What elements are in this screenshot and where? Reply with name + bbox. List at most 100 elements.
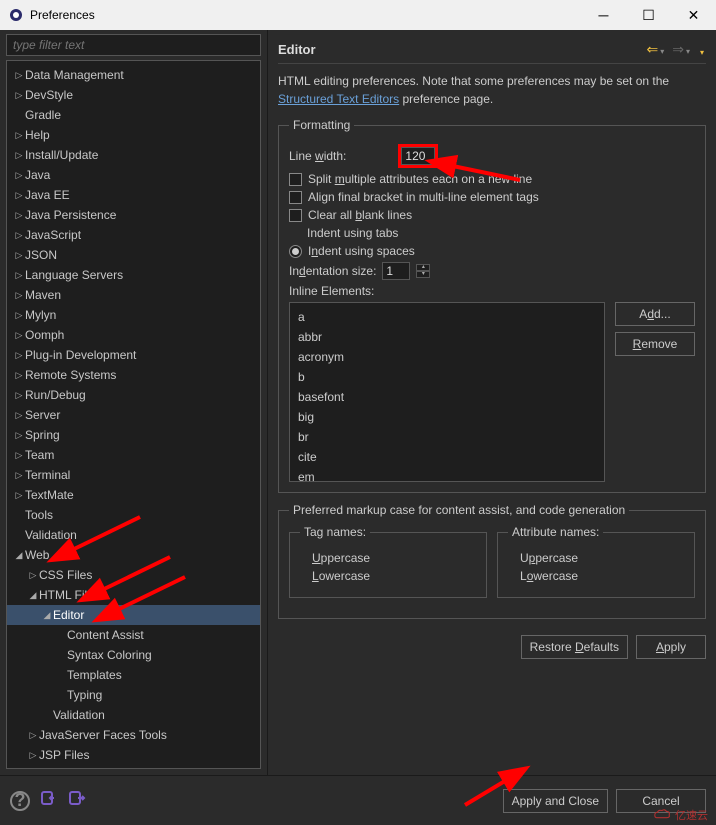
clear-checkbox[interactable]: [289, 209, 302, 222]
split-checkbox[interactable]: [289, 173, 302, 186]
twisty-icon[interactable]: [13, 450, 25, 461]
inline-element-item[interactable]: abbr: [298, 327, 596, 347]
attr-lowercase-option[interactable]: Lowercase: [520, 569, 684, 583]
filter-input[interactable]: [6, 34, 261, 56]
tree-item[interactable]: HTML Files: [7, 585, 260, 605]
apply-and-close-button[interactable]: Apply and Close: [503, 789, 608, 813]
twisty-icon[interactable]: [13, 70, 25, 81]
tree-item[interactable]: JavaScript: [7, 225, 260, 245]
tree-item[interactable]: Run/Debug: [7, 385, 260, 405]
tree-item[interactable]: Install/Update: [7, 145, 260, 165]
twisty-icon[interactable]: [13, 370, 25, 381]
inline-element-item[interactable]: basefont: [298, 387, 596, 407]
twisty-icon[interactable]: [13, 350, 25, 361]
twisty-icon[interactable]: [13, 470, 25, 481]
tree-item[interactable]: Typing: [7, 685, 260, 705]
add-button[interactable]: Add...: [615, 302, 695, 326]
export-icon[interactable]: [68, 789, 86, 812]
tree-item[interactable]: CSS Files: [7, 565, 260, 585]
tree-item[interactable]: JSON: [7, 245, 260, 265]
restore-defaults-button[interactable]: Restore Defaults: [521, 635, 628, 659]
align-checkbox[interactable]: [289, 191, 302, 204]
tree-item[interactable]: Maven: [7, 285, 260, 305]
inline-element-item[interactable]: cite: [298, 447, 596, 467]
twisty-icon[interactable]: [13, 170, 25, 181]
twisty-icon[interactable]: [13, 130, 25, 141]
tree-item[interactable]: DevStyle: [7, 85, 260, 105]
tree-item[interactable]: Templates: [7, 665, 260, 685]
tree-item[interactable]: Editor: [7, 605, 260, 625]
structured-editors-link[interactable]: Structured Text Editors: [278, 92, 399, 106]
tree-item[interactable]: Content Assist: [7, 625, 260, 645]
tree-item[interactable]: Data Management: [7, 65, 260, 85]
twisty-icon[interactable]: [13, 410, 25, 421]
nav-back-button[interactable]: ⇐▾: [644, 41, 666, 58]
indent-size-spinner[interactable]: ▴▾: [416, 264, 430, 278]
import-icon[interactable]: [40, 789, 58, 812]
twisty-icon[interactable]: [13, 330, 25, 341]
inline-element-item[interactable]: a: [298, 307, 596, 327]
twisty-icon[interactable]: [13, 290, 25, 301]
twisty-icon[interactable]: [13, 230, 25, 241]
nav-forward-button[interactable]: ⇒▾: [670, 41, 692, 58]
close-button[interactable]: ✕: [671, 0, 716, 30]
tree-item[interactable]: JSP Files: [7, 745, 260, 765]
inline-elements-list[interactable]: aabbracronymbbasefontbigbrciteem: [289, 302, 605, 482]
twisty-icon[interactable]: [13, 430, 25, 441]
tag-uppercase-option[interactable]: Uppercase: [312, 551, 476, 565]
inline-element-item[interactable]: big: [298, 407, 596, 427]
twisty-icon[interactable]: [13, 310, 25, 321]
tree-item[interactable]: Team: [7, 445, 260, 465]
minimize-button[interactable]: ─: [581, 0, 626, 30]
line-width-input[interactable]: [401, 147, 435, 165]
twisty-icon[interactable]: [27, 570, 39, 581]
tree-item[interactable]: Help: [7, 125, 260, 145]
tree-item[interactable]: Spring: [7, 425, 260, 445]
twisty-icon[interactable]: [13, 250, 25, 261]
twisty-icon[interactable]: [13, 210, 25, 221]
attr-uppercase-option[interactable]: Uppercase: [520, 551, 684, 565]
tree-item[interactable]: Language Servers: [7, 265, 260, 285]
tree-item[interactable]: Java: [7, 165, 260, 185]
tree-item[interactable]: Mylyn: [7, 305, 260, 325]
tree-item[interactable]: Plug-in Development: [7, 345, 260, 365]
preferences-tree[interactable]: Data ManagementDevStyleGradleHelpInstall…: [6, 60, 261, 769]
twisty-icon[interactable]: [27, 750, 39, 761]
tree-item[interactable]: Oomph: [7, 325, 260, 345]
inline-element-item[interactable]: br: [298, 427, 596, 447]
indent-spaces-radio[interactable]: [289, 245, 302, 258]
twisty-icon[interactable]: [13, 550, 25, 561]
tree-item[interactable]: Web: [7, 545, 260, 565]
twisty-icon[interactable]: [13, 150, 25, 161]
twisty-icon[interactable]: [41, 610, 53, 621]
nav-menu-button[interactable]: ▾: [696, 42, 706, 58]
tag-lowercase-option[interactable]: Lowercase: [312, 569, 476, 583]
tree-item[interactable]: JavaServer Faces Tools: [7, 725, 260, 745]
tree-item[interactable]: TextMate: [7, 485, 260, 505]
twisty-icon[interactable]: [13, 190, 25, 201]
twisty-icon[interactable]: [13, 270, 25, 281]
tree-item[interactable]: Tools: [7, 505, 260, 525]
inline-element-item[interactable]: b: [298, 367, 596, 387]
tree-item[interactable]: Gradle: [7, 105, 260, 125]
tree-item[interactable]: Server: [7, 405, 260, 425]
apply-button[interactable]: Apply: [636, 635, 706, 659]
remove-button[interactable]: Remove: [615, 332, 695, 356]
tree-item[interactable]: Java Persistence: [7, 205, 260, 225]
tree-item[interactable]: Validation: [7, 705, 260, 725]
tree-item[interactable]: Syntax Coloring: [7, 645, 260, 665]
twisty-icon[interactable]: [13, 390, 25, 401]
tree-item[interactable]: Terminal: [7, 465, 260, 485]
twisty-icon[interactable]: [27, 730, 39, 741]
tree-item[interactable]: Remote Systems: [7, 365, 260, 385]
twisty-icon[interactable]: [13, 90, 25, 101]
help-icon[interactable]: ?: [10, 791, 30, 811]
inline-element-item[interactable]: acronym: [298, 347, 596, 367]
twisty-icon[interactable]: [27, 590, 39, 601]
tree-item[interactable]: Java EE: [7, 185, 260, 205]
inline-element-item[interactable]: em: [298, 467, 596, 482]
twisty-icon[interactable]: [13, 490, 25, 501]
maximize-button[interactable]: ☐: [626, 0, 671, 30]
indent-size-input[interactable]: [382, 262, 410, 280]
tree-item[interactable]: Validation: [7, 525, 260, 545]
